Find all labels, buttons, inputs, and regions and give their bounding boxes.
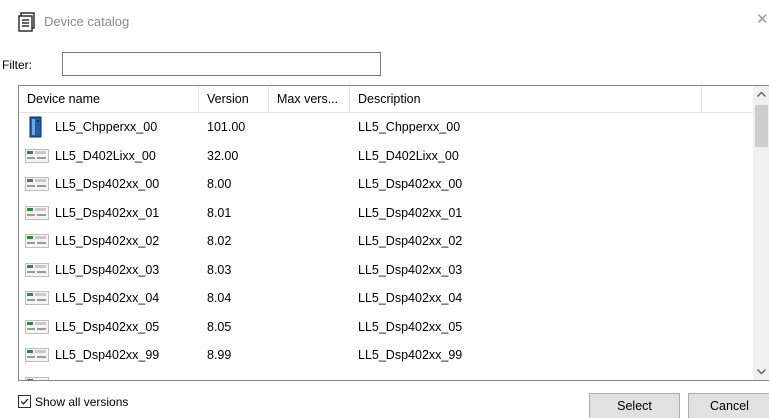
- expansion-module-icon: [25, 262, 49, 277]
- device-description: LL5_Dsp402xx_04: [358, 291, 463, 305]
- column-header-version[interactable]: Version: [199, 86, 269, 113]
- table-row[interactable]: LL5_Dsp402xx_99 8.99 LL5_Dsp402xx_99: [19, 341, 753, 370]
- column-header-row: Device name Version Max vers... Descript…: [19, 86, 753, 113]
- table-row[interactable]: LL5_D402Lixx_00 32.00 LL5_D402Lixx_00: [19, 142, 753, 171]
- device-version: 8.00: [207, 177, 232, 191]
- device-rows: LL5_Chpperxx_00 101.00 LL5_Chpperxx_00 L…: [19, 113, 753, 380]
- table-row[interactable]: LL5_Dsp402xx_05 8.05 LL5_Dsp402xx_05: [19, 313, 753, 342]
- device-name: LL5_Chpperxx_00: [55, 120, 158, 134]
- cpu-module-icon: [29, 116, 42, 138]
- vertical-scrollbar[interactable]: [753, 86, 769, 380]
- expansion-module-icon: [25, 348, 49, 362]
- chevron-up-icon[interactable]: [753, 86, 769, 103]
- filter-label: Filter:: [2, 58, 32, 72]
- device-name: LL5_D402Lixx_00: [55, 148, 156, 163]
- device-name: LL5_Dsp402xx_04: [55, 291, 160, 305]
- title-bar: Device catalog ✕: [0, 0, 769, 44]
- table-row[interactable]: LL5_Dsp402xx_02 8.02 LL5_Dsp402xx_02: [19, 227, 753, 256]
- device-name: LL5_Dsp402xx_01: [55, 205, 160, 220]
- table-row[interactable]: LL5_Dsp402xx_03 8.03 LL5_Dsp402xx_03: [19, 256, 753, 285]
- expansion-module-icon: [25, 205, 49, 220]
- table-row[interactable]: LL5_Dsp402xx_04 8.04 LL5_Dsp402xx_04: [19, 284, 753, 313]
- device-catalog-icon: [18, 12, 35, 32]
- device-version: 8.05: [207, 319, 232, 334]
- device-version: 8.03: [207, 262, 232, 277]
- device-description: LL5_Dsp402xx_99: [358, 348, 463, 362]
- device-name: LL5_Dsp402xx_03: [55, 262, 160, 277]
- select-button[interactable]: Select: [589, 393, 680, 418]
- device-version: 8.99: [207, 348, 232, 362]
- device-list[interactable]: Device name Version Max vers... Descript…: [18, 85, 769, 381]
- table-row[interactable]: LL5_Dsp402xx_00 8.00 LL5_Dsp402xx_00: [19, 170, 753, 199]
- device-description: LL5_D402Lixx_00: [358, 148, 459, 163]
- table-row-partial[interactable]: [19, 370, 753, 380]
- expansion-module-icon: [25, 234, 49, 248]
- device-description: LL5_Dsp402xx_00: [358, 177, 463, 191]
- column-header-description[interactable]: Description: [350, 86, 702, 113]
- expansion-module-icon: [25, 376, 49, 380]
- close-icon[interactable]: ✕: [756, 10, 769, 28]
- device-name: LL5_Dsp402xx_02: [55, 234, 160, 248]
- device-version: 8.04: [207, 291, 232, 305]
- expansion-module-icon: [25, 177, 49, 191]
- chevron-down-icon[interactable]: [753, 363, 769, 380]
- expansion-module-icon: [25, 319, 49, 334]
- cancel-button[interactable]: Cancel: [688, 393, 769, 418]
- device-description: LL5_Dsp402xx_03: [358, 262, 463, 277]
- scrollbar-thumb[interactable]: [755, 105, 768, 147]
- device-version: 32.00: [207, 148, 239, 163]
- table-row[interactable]: LL5_Dsp402xx_01 8.01 LL5_Dsp402xx_01: [19, 199, 753, 228]
- filter-input[interactable]: [62, 52, 381, 76]
- device-version: 101.00: [207, 120, 246, 134]
- device-description: LL5_Dsp402xx_01: [358, 205, 463, 220]
- device-name: LL5_Dsp402xx_99: [55, 348, 160, 362]
- show-all-versions-checkbox[interactable]: [18, 395, 31, 408]
- device-name: LL5_Dsp402xx_00: [55, 177, 160, 191]
- expansion-module-icon: [25, 291, 49, 305]
- table-row[interactable]: LL5_Chpperxx_00 101.00 LL5_Chpperxx_00: [19, 113, 753, 142]
- column-header-max-version[interactable]: Max vers...: [269, 86, 350, 113]
- device-description: LL5_Dsp402xx_02: [358, 234, 463, 248]
- device-description: LL5_Chpperxx_00: [358, 120, 461, 134]
- show-all-versions-label: Show all versions: [35, 395, 129, 409]
- device-version: 8.01: [207, 205, 232, 220]
- device-name: LL5_Dsp402xx_05: [55, 319, 160, 334]
- expansion-module-icon: [25, 148, 49, 163]
- column-header-device-name[interactable]: Device name: [19, 86, 199, 113]
- device-version: 8.02: [207, 234, 232, 248]
- window-title: Device catalog: [44, 14, 130, 29]
- device-description: LL5_Dsp402xx_05: [358, 319, 463, 334]
